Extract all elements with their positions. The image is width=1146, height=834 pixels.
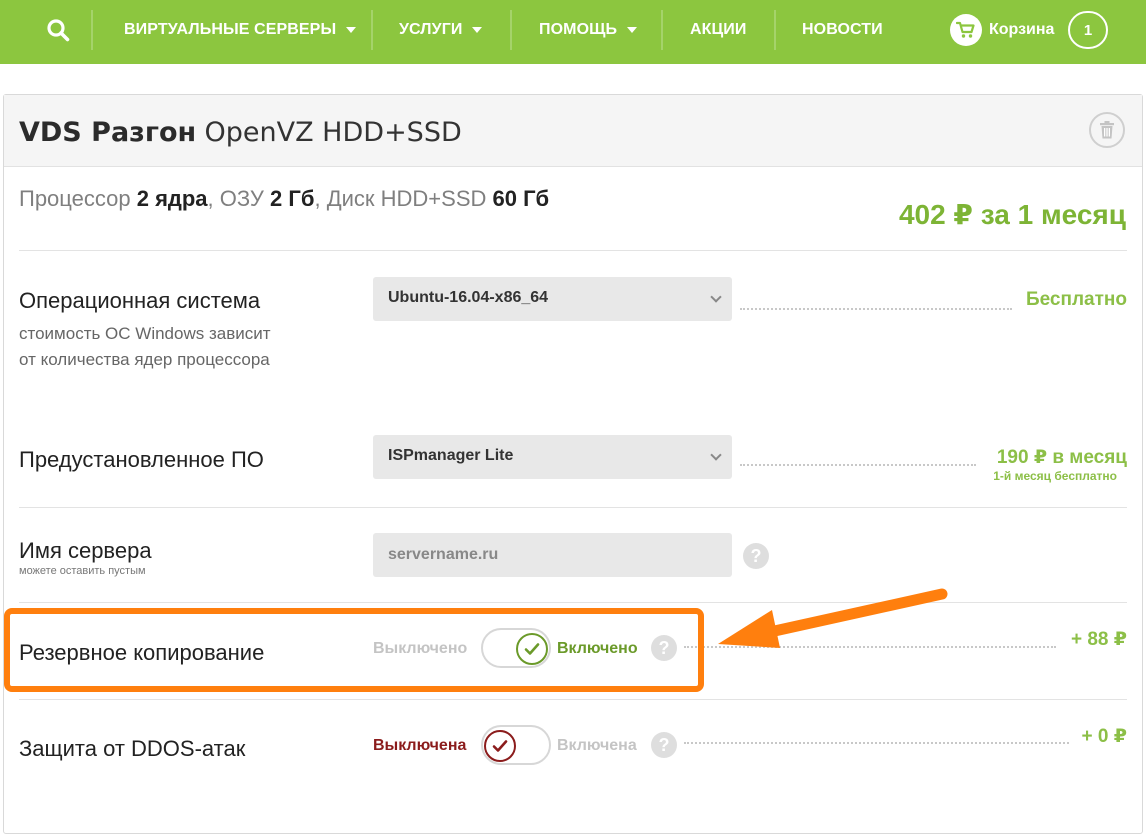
server-name-input[interactable] bbox=[373, 533, 732, 577]
plan-specs: Процессор 2 ядра, ОЗУ 2 Гб, Диск HDD+SSD… bbox=[19, 186, 550, 211]
panel-title: VDS Разгон OpenVZ HDD+SSD bbox=[19, 115, 462, 149]
row-divider bbox=[19, 602, 1127, 603]
nav-separator bbox=[371, 10, 373, 50]
annotation-arrow bbox=[718, 588, 948, 648]
nav-separator bbox=[661, 10, 663, 50]
chevron-down-icon bbox=[710, 449, 722, 461]
nav-item-label: АКЦИИ bbox=[690, 21, 747, 38]
top-nav: ВИРТУАЛЬНЫЕ СЕРВЕРЫ УСЛУГИ ПОМОЩЬ АКЦИИ … bbox=[0, 0, 1146, 64]
caret-down-icon bbox=[472, 27, 483, 33]
ram-label: ОЗУ bbox=[219, 186, 264, 211]
software-select[interactable]: ISPmanager Lite bbox=[373, 435, 732, 479]
help-icon[interactable]: ? bbox=[743, 543, 769, 569]
cart-count-badge[interactable]: 1 bbox=[1068, 11, 1108, 49]
server-name-label: Имя сервера bbox=[19, 538, 152, 563]
nav-item-virtual-servers[interactable]: ВИРТУАЛЬНЫЕ СЕРВЕРЫ bbox=[124, 10, 357, 50]
software-label: Предустановленное ПО bbox=[19, 447, 264, 472]
cart-icon bbox=[950, 14, 982, 46]
cart-label: Корзина bbox=[989, 21, 1055, 38]
nav-separator bbox=[774, 10, 776, 50]
chevron-down-icon bbox=[710, 291, 722, 303]
caret-down-icon bbox=[346, 27, 357, 33]
plan-name: VDS Разгон bbox=[19, 117, 197, 148]
cpu-value: 2 ядра bbox=[136, 186, 208, 211]
os-note-line1: стоимость ОС Windows зависит bbox=[19, 324, 271, 343]
ddos-on-label[interactable]: Включена bbox=[557, 737, 637, 755]
check-icon bbox=[492, 740, 508, 752]
software-selected-value: ISPmanager Lite bbox=[388, 447, 514, 464]
software-price-note: 1-й месяц бесплатно bbox=[993, 469, 1117, 483]
os-selected-value: Ubuntu-16.04-x86_64 bbox=[388, 289, 549, 306]
nav-item-news[interactable]: НОВОСТИ bbox=[802, 10, 883, 50]
help-icon[interactable]: ? bbox=[651, 732, 677, 758]
nav-item-label: ВИРТУАЛЬНЫЕ СЕРВЕРЫ bbox=[124, 21, 337, 38]
disk-label: Диск HDD+SSD bbox=[326, 186, 487, 211]
search-icon bbox=[47, 19, 70, 42]
nav-separator bbox=[510, 10, 512, 50]
ddos-toggle[interactable] bbox=[481, 725, 551, 765]
row-divider bbox=[19, 507, 1127, 508]
disk-value: 60 Гб bbox=[492, 186, 550, 211]
plan-price: 402 ₽ за 1 месяц bbox=[898, 199, 1126, 230]
nav-item-help[interactable]: ПОМОЩЬ bbox=[539, 10, 638, 50]
cart-link[interactable]: Корзина bbox=[950, 12, 1054, 48]
delete-button[interactable] bbox=[1089, 112, 1125, 148]
nav-item-label: НОВОСТИ bbox=[802, 21, 883, 38]
row-divider bbox=[19, 699, 1127, 700]
server-name-note: можете оставить пустым bbox=[19, 565, 146, 577]
trash-icon bbox=[1100, 121, 1114, 139]
dotted-leader bbox=[740, 308, 1012, 310]
os-note-line2: от количества ядер процессора bbox=[19, 350, 270, 369]
dotted-leader bbox=[684, 742, 1069, 744]
ddos-off-label[interactable]: Выключена bbox=[373, 737, 466, 755]
dotted-leader bbox=[740, 464, 976, 466]
ram-value: 2 Гб bbox=[270, 186, 315, 211]
nav-item-promotions[interactable]: АКЦИИ bbox=[690, 10, 747, 50]
backup-price: + 88 ₽ bbox=[1070, 629, 1127, 650]
caret-down-icon bbox=[627, 27, 638, 33]
software-price: 190 ₽ в месяц bbox=[996, 447, 1127, 468]
nav-separator bbox=[91, 10, 93, 50]
highlight-box bbox=[4, 608, 704, 692]
cpu-label: Процессор bbox=[19, 186, 131, 211]
nav-item-label: ПОМОЩЬ bbox=[539, 21, 618, 38]
plan-type: OpenVZ HDD+SSD bbox=[204, 117, 462, 148]
search-button[interactable] bbox=[26, 10, 90, 50]
os-price: Бесплатно bbox=[1025, 289, 1127, 310]
os-label: Операционная система bbox=[19, 288, 261, 313]
ddos-price: + 0 ₽ bbox=[1081, 726, 1127, 747]
nav-item-services[interactable]: УСЛУГИ bbox=[399, 10, 483, 50]
panel-header: VDS Разгон OpenVZ HDD+SSD bbox=[4, 95, 1142, 167]
toggle-knob bbox=[484, 730, 516, 762]
ddos-label: Защита от DDOS-атак bbox=[19, 736, 246, 761]
row-divider bbox=[19, 250, 1127, 251]
nav-item-label: УСЛУГИ bbox=[399, 21, 463, 38]
os-select[interactable]: Ubuntu-16.04-x86_64 bbox=[373, 277, 732, 321]
